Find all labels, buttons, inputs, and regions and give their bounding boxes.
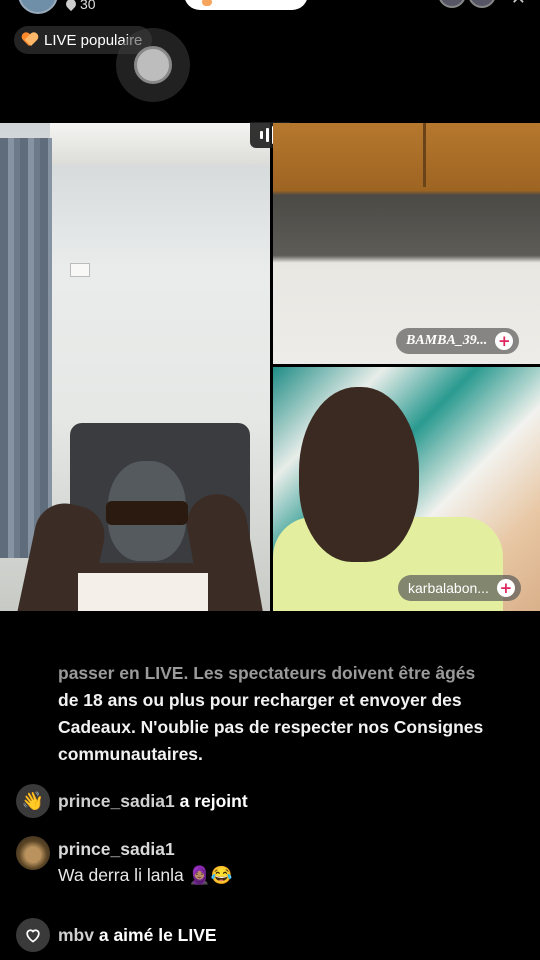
chat-action: a rejoint: [179, 791, 248, 811]
system-message: passer en LIVE. Les spectateurs doivent …: [58, 660, 528, 768]
viewer-avatar[interactable]: [468, 0, 496, 8]
record-dot: [134, 46, 172, 84]
chat-text: prince_sadia1 Wa derra li lanla 🧕🏽😂: [58, 836, 232, 888]
gift-icon: [202, 0, 212, 6]
floating-record-button[interactable]: [116, 28, 190, 102]
guest-name: karbalabon...: [408, 580, 489, 596]
heart-icon: [22, 33, 38, 47]
wall-switch: [70, 263, 90, 277]
tank-top: [78, 573, 208, 611]
wave-icon: 👋: [16, 784, 50, 818]
follow-plus-icon[interactable]: +: [495, 332, 514, 350]
chat-username[interactable]: prince_sadia1: [58, 791, 175, 811]
curtain: [0, 138, 52, 558]
chat-text: prince_sadia1 a rejoint: [58, 784, 248, 814]
heart-outline-icon: [16, 918, 50, 952]
chat-message: Wa derra li lanla 🧕🏽😂: [58, 865, 233, 885]
cabinet-edge: [423, 123, 426, 187]
guest-name-tag-2[interactable]: karbalabon... +: [398, 575, 521, 601]
system-message-body: de 18 ans ou plus pour recharger et envo…: [58, 690, 484, 764]
ceiling: [50, 123, 270, 165]
viewer-count-value: 30: [80, 0, 96, 12]
host-avatar[interactable]: [18, 0, 58, 14]
sunglasses: [106, 501, 188, 525]
chat-item[interactable]: mbv a aimé le LIVE: [16, 918, 217, 952]
top-viewers[interactable]: [438, 0, 496, 8]
chat-item[interactable]: 👋 prince_sadia1 a rejoint: [16, 784, 248, 818]
follow-plus-icon[interactable]: +: [496, 579, 515, 597]
close-icon[interactable]: ✕: [511, 0, 526, 9]
follow-pill[interactable]: [184, 0, 308, 10]
viewer-avatar[interactable]: [438, 0, 466, 8]
guest-name-tag-1[interactable]: BAMBA_39... +: [396, 328, 520, 354]
user-avatar[interactable]: [16, 836, 50, 870]
viewer-count: 30: [63, 0, 96, 12]
chat-username[interactable]: prince_sadia1: [58, 836, 232, 862]
host-video[interactable]: [0, 123, 270, 611]
chat-item[interactable]: prince_sadia1 Wa derra li lanla 🧕🏽😂: [16, 836, 232, 888]
guest-face: [299, 387, 419, 562]
chat-text: mbv a aimé le LIVE: [58, 918, 217, 948]
chat-username[interactable]: mbv: [58, 925, 94, 945]
pin-icon: [63, 0, 79, 12]
chat-action: a aimé le LIVE: [98, 925, 217, 945]
system-message-faded: passer en LIVE. Les spectateurs doivent …: [58, 663, 476, 683]
guest-name: BAMBA_39...: [406, 333, 488, 348]
